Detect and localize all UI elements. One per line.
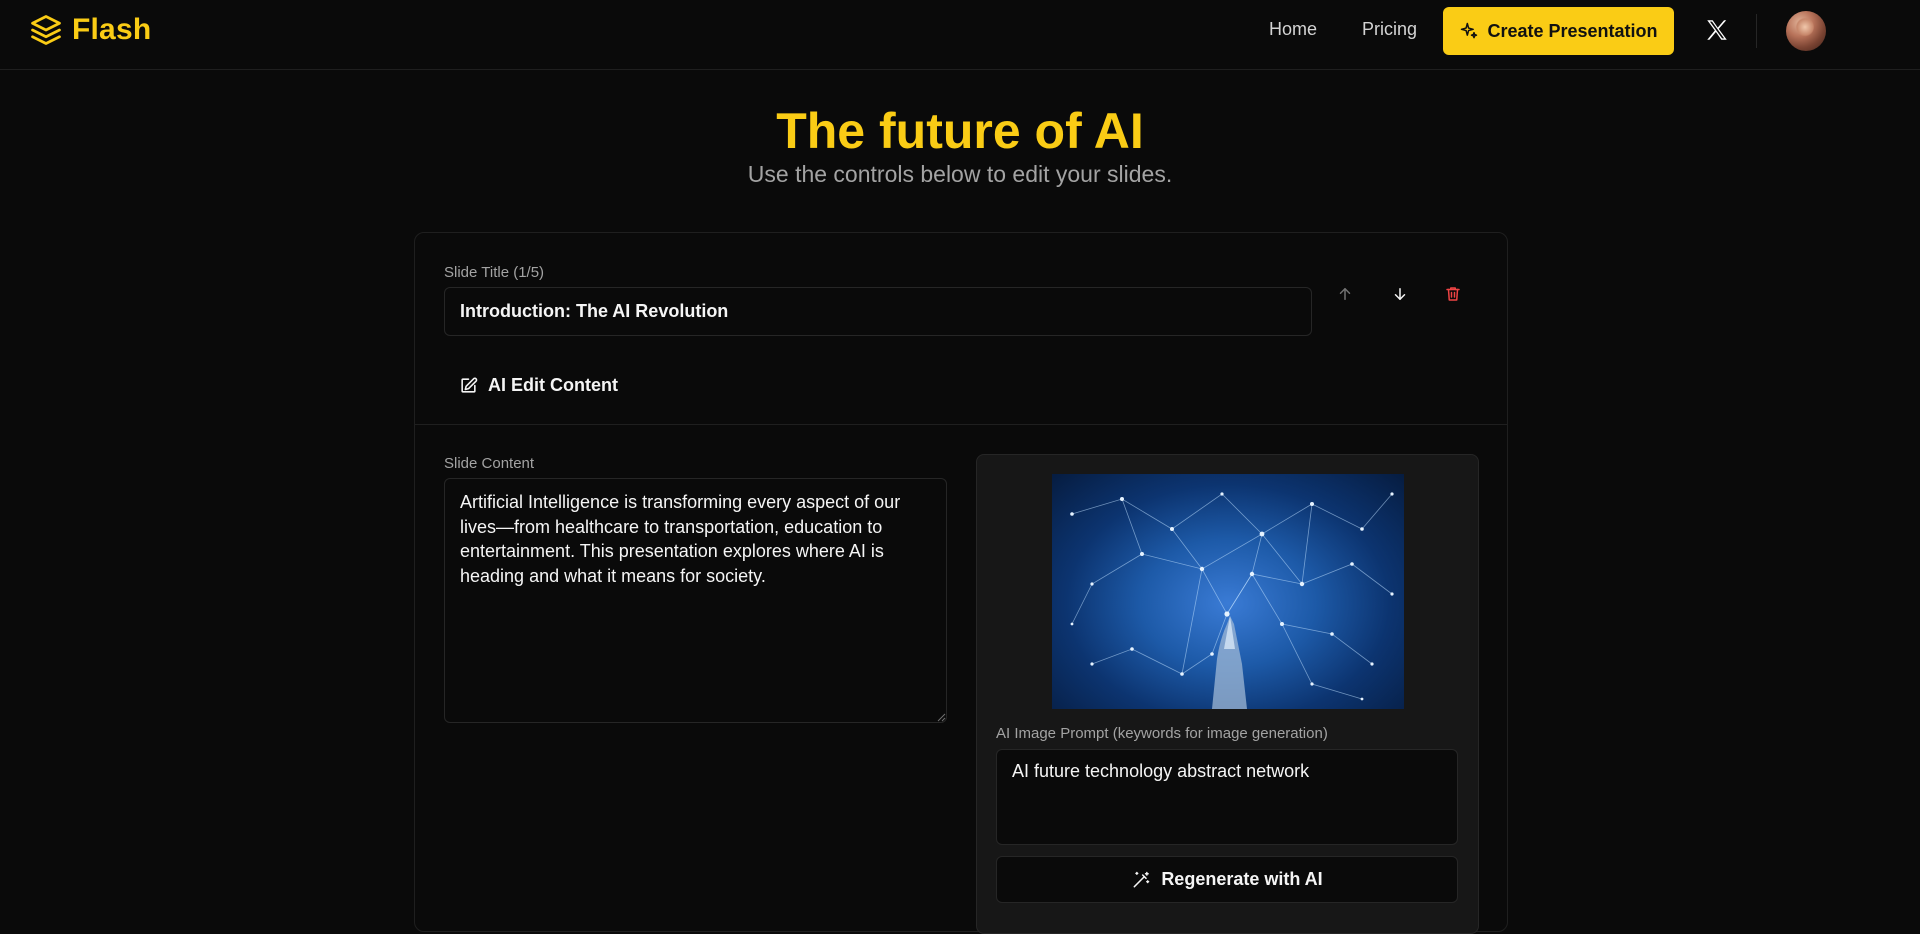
- ai-edit-content-button[interactable]: AI Edit Content: [444, 367, 633, 403]
- page-subtitle: Use the controls below to edit your slid…: [747, 161, 1173, 187]
- delete-slide-button[interactable]: [1433, 274, 1473, 314]
- regenerate-image-button[interactable]: Regenerate with AI: [996, 856, 1458, 903]
- x-social-link[interactable]: [1704, 17, 1730, 43]
- move-slide-up-button[interactable]: [1325, 274, 1365, 314]
- brand-logo[interactable]: Flash: [28, 12, 151, 48]
- create-presentation-label: Create Presentation: [1487, 20, 1658, 41]
- nav-pricing-link[interactable]: Pricing: [1362, 19, 1417, 40]
- resize-grip-icon[interactable]: [936, 712, 946, 722]
- arrow-down-icon: [1394, 288, 1406, 300]
- slide-title-label: Slide Title (1/5): [444, 264, 545, 281]
- image-prompt-textarea[interactable]: AI future technology abstract network: [996, 749, 1458, 845]
- slide-title-input[interactable]: [444, 287, 1312, 336]
- regenerate-label: Regenerate with AI: [1161, 869, 1323, 889]
- layers-icon: [31, 15, 61, 45]
- slide-content-textarea[interactable]: Artificial Intelligence is transforming …: [444, 478, 947, 723]
- card-divider: [415, 424, 1507, 425]
- pencil-square-icon: [461, 377, 478, 393]
- create-presentation-button[interactable]: Create Presentation: [1443, 7, 1674, 55]
- slide-image: [1052, 474, 1404, 709]
- x-logo-icon: [1707, 20, 1727, 40]
- top-navbar: Flash Home Pricing Create Presentation: [0, 0, 1920, 70]
- ai-edit-content-label: AI Edit Content: [488, 374, 618, 395]
- network-illustration: [1070, 492, 1394, 709]
- header-divider: [1756, 14, 1757, 48]
- slide-editor-card: Slide Title (1/5) AI Edit Content Slide …: [414, 232, 1508, 934]
- nav-home-link[interactable]: Home: [1269, 19, 1317, 40]
- image-prompt-label: AI Image Prompt (keywords for image gene…: [996, 725, 1328, 742]
- avatar[interactable]: [1786, 11, 1826, 51]
- magic-wand-icon: [1133, 871, 1150, 887]
- trash-icon: [1446, 287, 1460, 301]
- brand-name: Flash: [72, 13, 152, 46]
- sparkles-icon: [1461, 22, 1478, 39]
- move-slide-down-button[interactable]: [1380, 274, 1420, 314]
- slide-content-label: Slide Content: [444, 455, 535, 472]
- image-panel: AI Image Prompt (keywords for image gene…: [976, 454, 1479, 934]
- arrow-up-icon: [1339, 288, 1351, 300]
- page-title: The future of AI: [776, 103, 1144, 159]
